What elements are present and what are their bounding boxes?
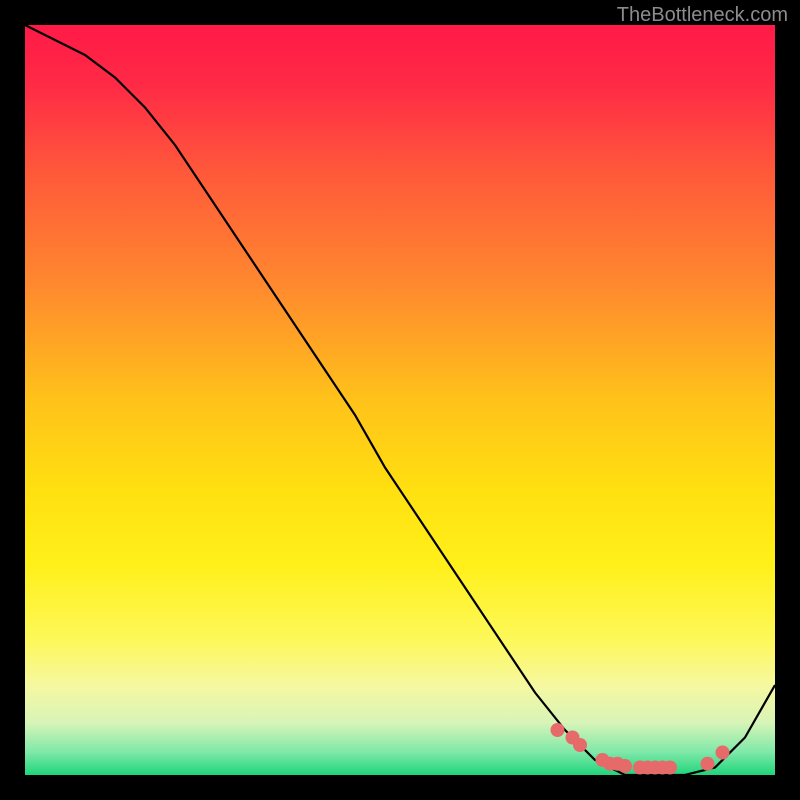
chart-svg: [25, 25, 775, 775]
chart-container: TheBottleneck.com: [0, 0, 800, 800]
watermark-text: TheBottleneck.com: [617, 4, 788, 27]
marker-point: [618, 759, 632, 773]
gradient-background: [25, 25, 775, 775]
marker-point: [573, 738, 587, 752]
marker-point: [663, 761, 677, 775]
plot-area: [25, 25, 775, 775]
marker-point: [716, 746, 730, 760]
marker-point: [551, 723, 565, 737]
marker-point: [701, 757, 715, 771]
